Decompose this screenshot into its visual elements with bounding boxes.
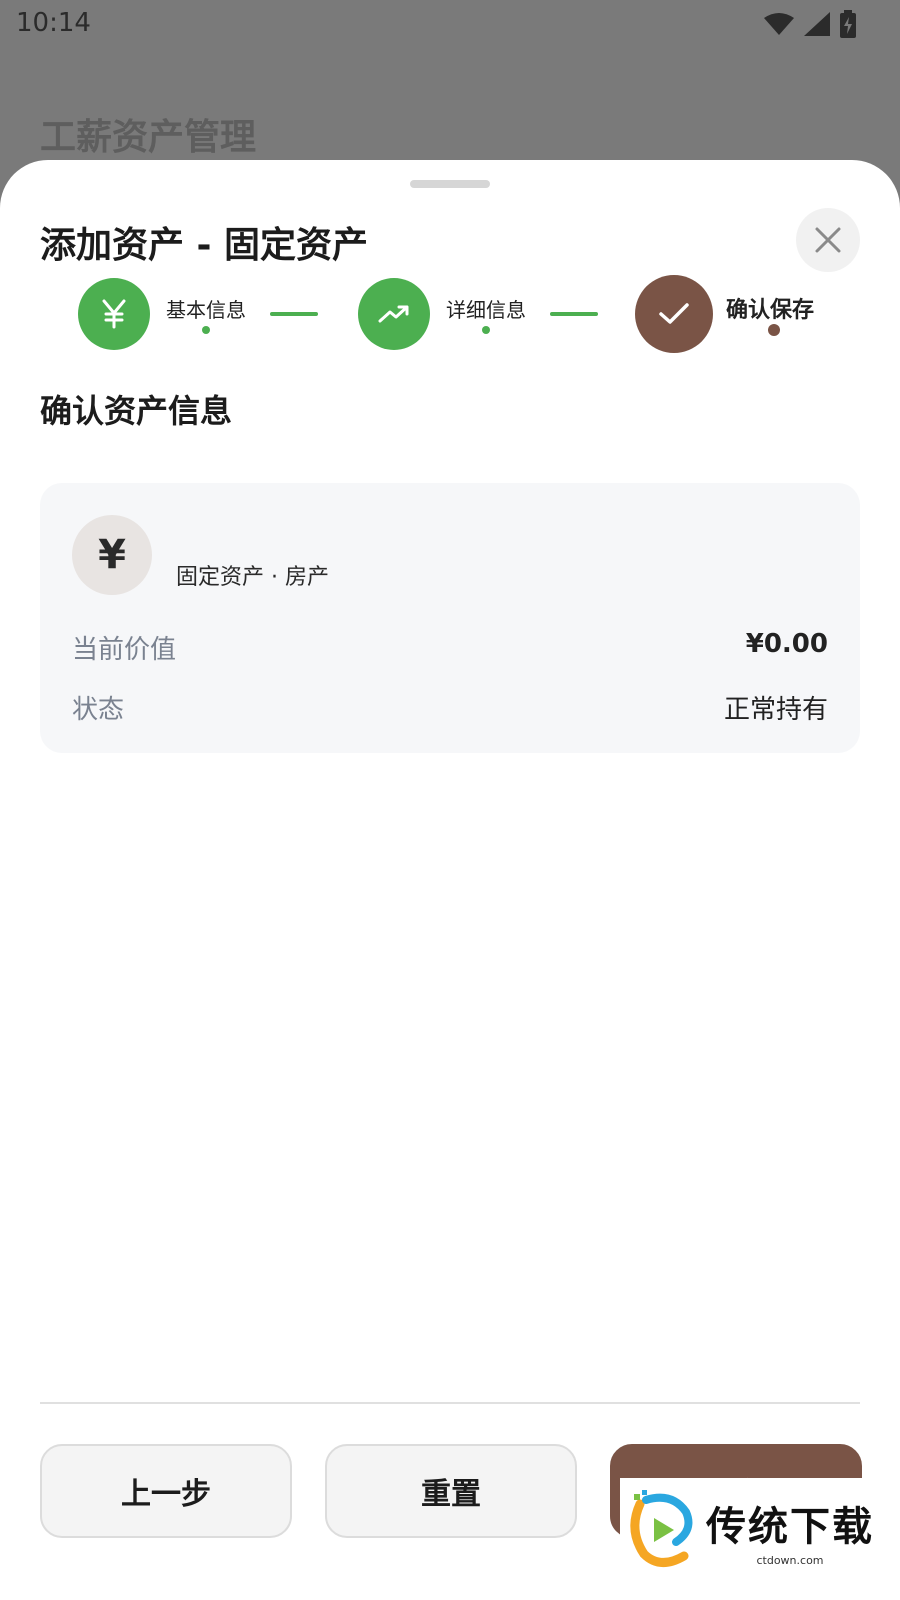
sheet-title: 添加资产 - 固定资产 <box>40 225 369 266</box>
signal-icon <box>804 12 830 36</box>
watermark: 传统下载 ctdown.com <box>620 1478 878 1582</box>
status-icons <box>764 10 856 38</box>
yen-icon <box>102 299 126 329</box>
step-connector-2 <box>550 312 598 316</box>
add-asset-bottom-sheet: 添加资产 - 固定资产 基本信息 详细信息 确认保存 确认资产信息 ¥ 固定资产… <box>0 160 900 1600</box>
status-value: 正常持有 <box>723 695 828 725</box>
status-bar: 10:14 <box>0 0 900 50</box>
footer-divider <box>40 1402 860 1404</box>
step-3-dot <box>768 324 780 336</box>
status-label: 状态 <box>72 695 125 725</box>
watermark-url: ctdown.com <box>756 1553 824 1567</box>
reset-button[interactable]: 重置 <box>325 1444 577 1538</box>
asset-category: 固定资产 · 房产 <box>176 565 329 590</box>
current-value-label: 当前价值 <box>72 635 177 665</box>
step-2-label: 详细信息 <box>446 298 526 322</box>
current-value: ¥0.00 <box>745 629 828 659</box>
watermark-logo-icon <box>630 1490 693 1567</box>
step-3-circle <box>635 275 713 353</box>
asset-summary-card: ¥ 固定资产 · 房产 当前价值 ¥0.00 状态 正常持有 <box>40 483 860 753</box>
step-2-circle <box>358 278 430 350</box>
battery-icon <box>840 10 856 38</box>
step-1-dot <box>202 326 210 334</box>
check-icon <box>659 303 689 324</box>
asset-avatar: ¥ <box>72 515 152 595</box>
close-button[interactable] <box>796 208 860 272</box>
close-icon <box>815 227 841 253</box>
previous-step-button[interactable]: 上一步 <box>40 1444 292 1538</box>
trending-up-icon <box>378 305 409 323</box>
watermark-text: 传统下载 <box>706 1503 874 1550</box>
sheet-drag-handle[interactable] <box>410 180 490 188</box>
step-connector-1 <box>270 312 318 316</box>
wifi-icon <box>764 13 794 35</box>
background-page-title: 工薪资产管理 <box>40 117 257 158</box>
step-2-dot <box>482 326 490 334</box>
stepper: 基本信息 详细信息 确认保存 <box>0 275 900 362</box>
step-3-label: 确认保存 <box>726 298 815 323</box>
section-title: 确认资产信息 <box>40 392 233 430</box>
step-1-circle <box>78 278 150 350</box>
step-1-label: 基本信息 <box>166 298 246 322</box>
status-time: 10:14 <box>16 8 91 38</box>
